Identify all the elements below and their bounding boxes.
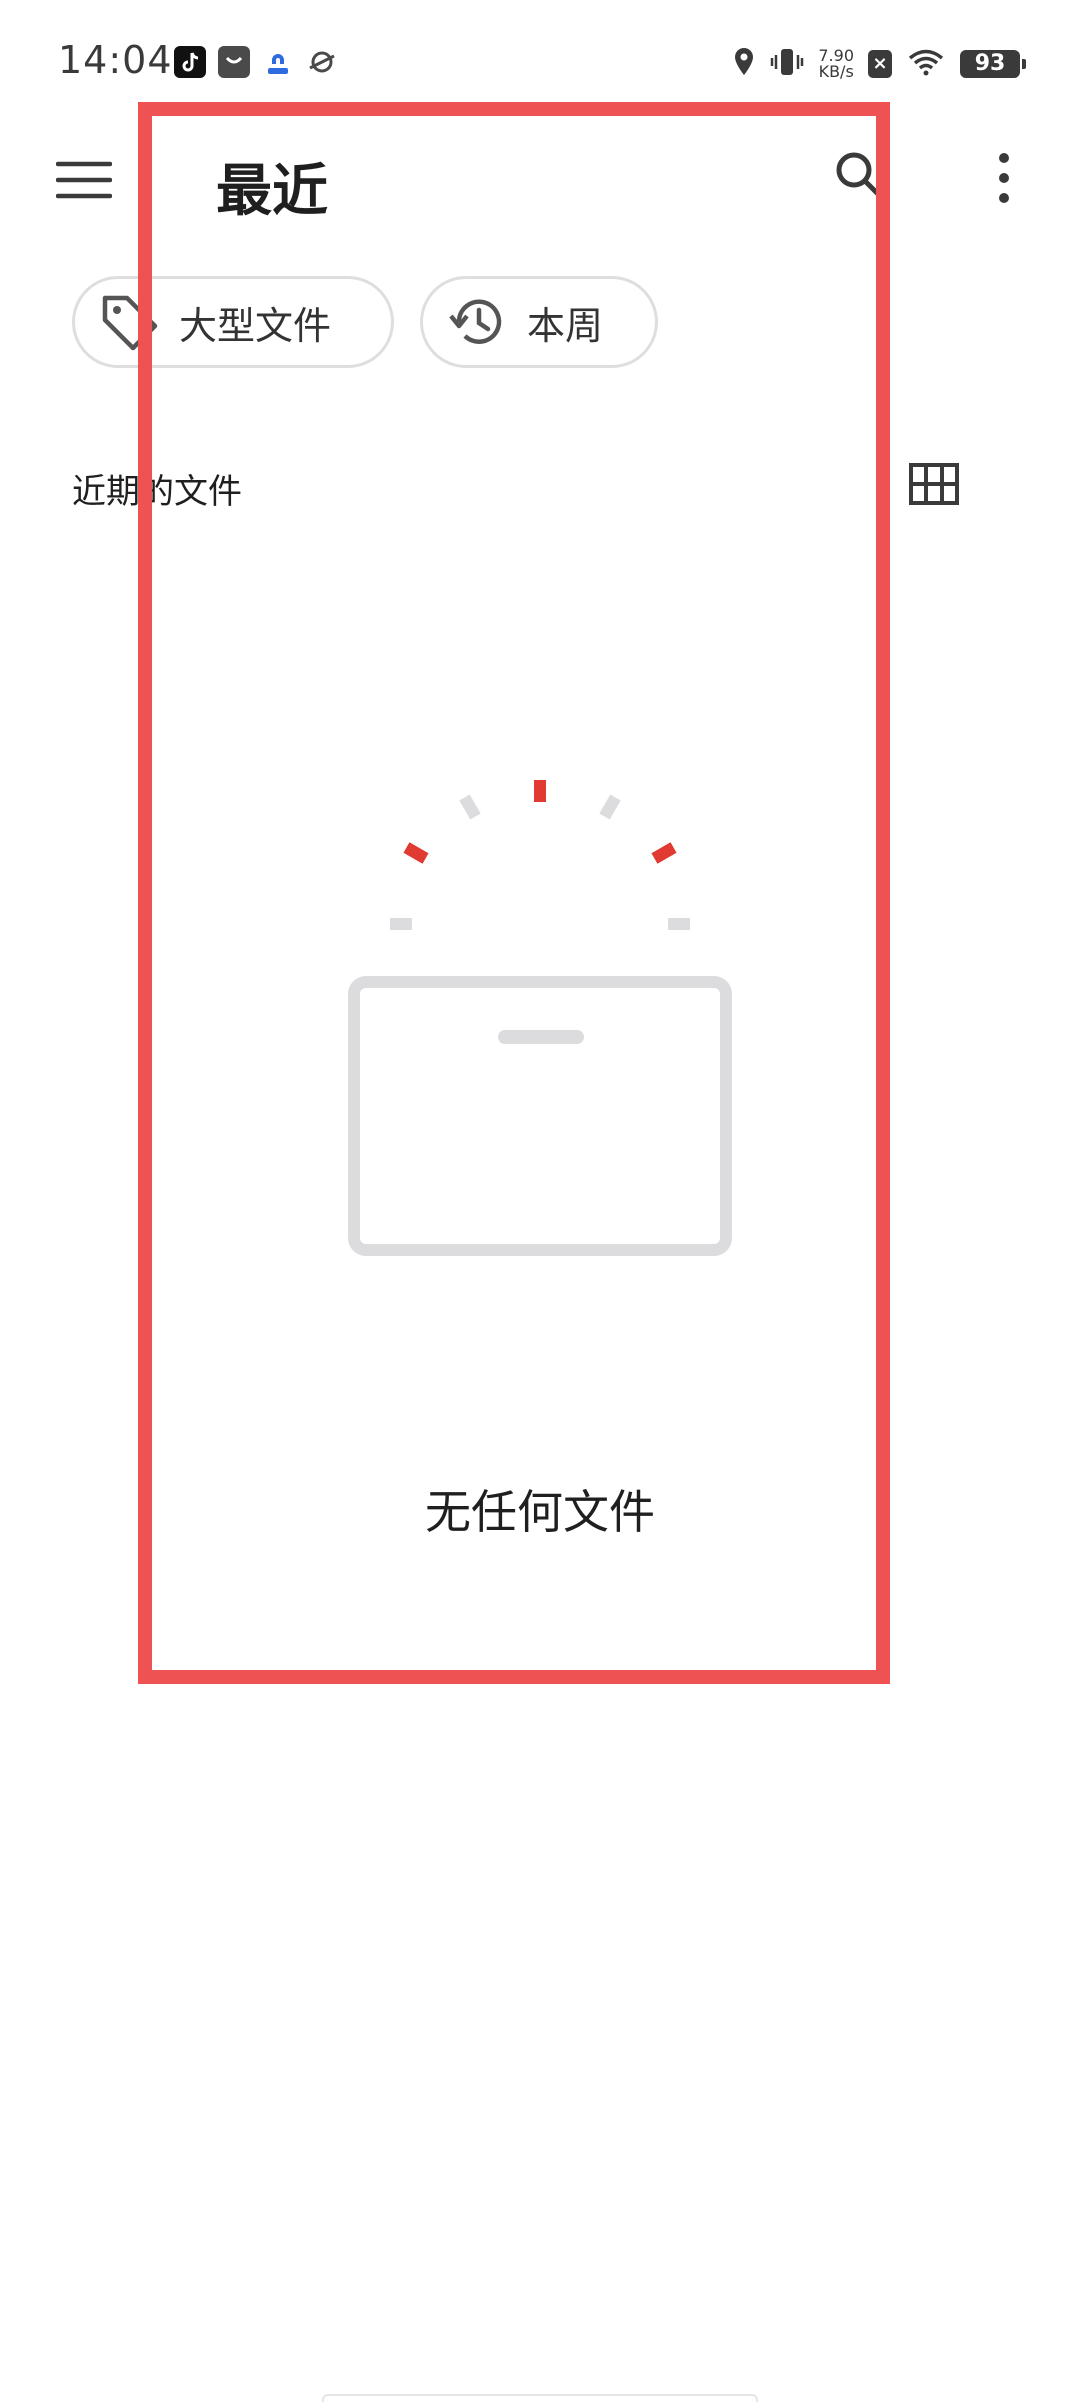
net-speed-unit: KB/s (818, 62, 854, 81)
status-indicators: 7.90 KB/s × 93 (732, 42, 1026, 86)
status-time: 14:04 (58, 38, 173, 82)
chip-large-files-label: 大型文件 (179, 303, 332, 348)
search-button[interactable] (830, 148, 886, 204)
history-icon (449, 299, 502, 344)
chip-this-week-label: 本周 (527, 303, 604, 348)
network-speed: 7.90 KB/s (818, 48, 854, 80)
more-vert-icon (999, 153, 1009, 203)
home-indicator[interactable] (322, 2394, 758, 2402)
grid-view-toggle[interactable] (908, 462, 960, 506)
chip-this-week[interactable]: 本周 (420, 276, 658, 368)
battery-icon: 93 (960, 50, 1026, 78)
chip-large-files[interactable]: 大型文件 (72, 276, 394, 368)
wifi-icon (906, 46, 946, 82)
section-title: 近期的文件 (72, 472, 242, 512)
hamburger-menu-icon (55, 161, 113, 199)
search-icon (836, 152, 881, 197)
menu-button[interactable] (55, 152, 113, 208)
mall-icon (218, 46, 250, 78)
no-sim-icon: × (868, 50, 892, 78)
tiktok-icon (174, 46, 206, 78)
more-options-button[interactable] (976, 150, 1032, 210)
status-bar: 14:04 7.90 KB/s × 93 (0, 0, 1080, 128)
vibrate-icon (770, 46, 804, 82)
location-icon (732, 46, 756, 82)
baidu-netdisk-icon (262, 46, 294, 78)
grid-view-icon (909, 463, 959, 505)
empty-state-message: 无任何文件 (425, 1485, 655, 1539)
page-title: 最近 (216, 159, 328, 224)
empty-box-icon (330, 780, 750, 1260)
planet-icon (306, 46, 338, 78)
tag-icon (102, 295, 158, 351)
